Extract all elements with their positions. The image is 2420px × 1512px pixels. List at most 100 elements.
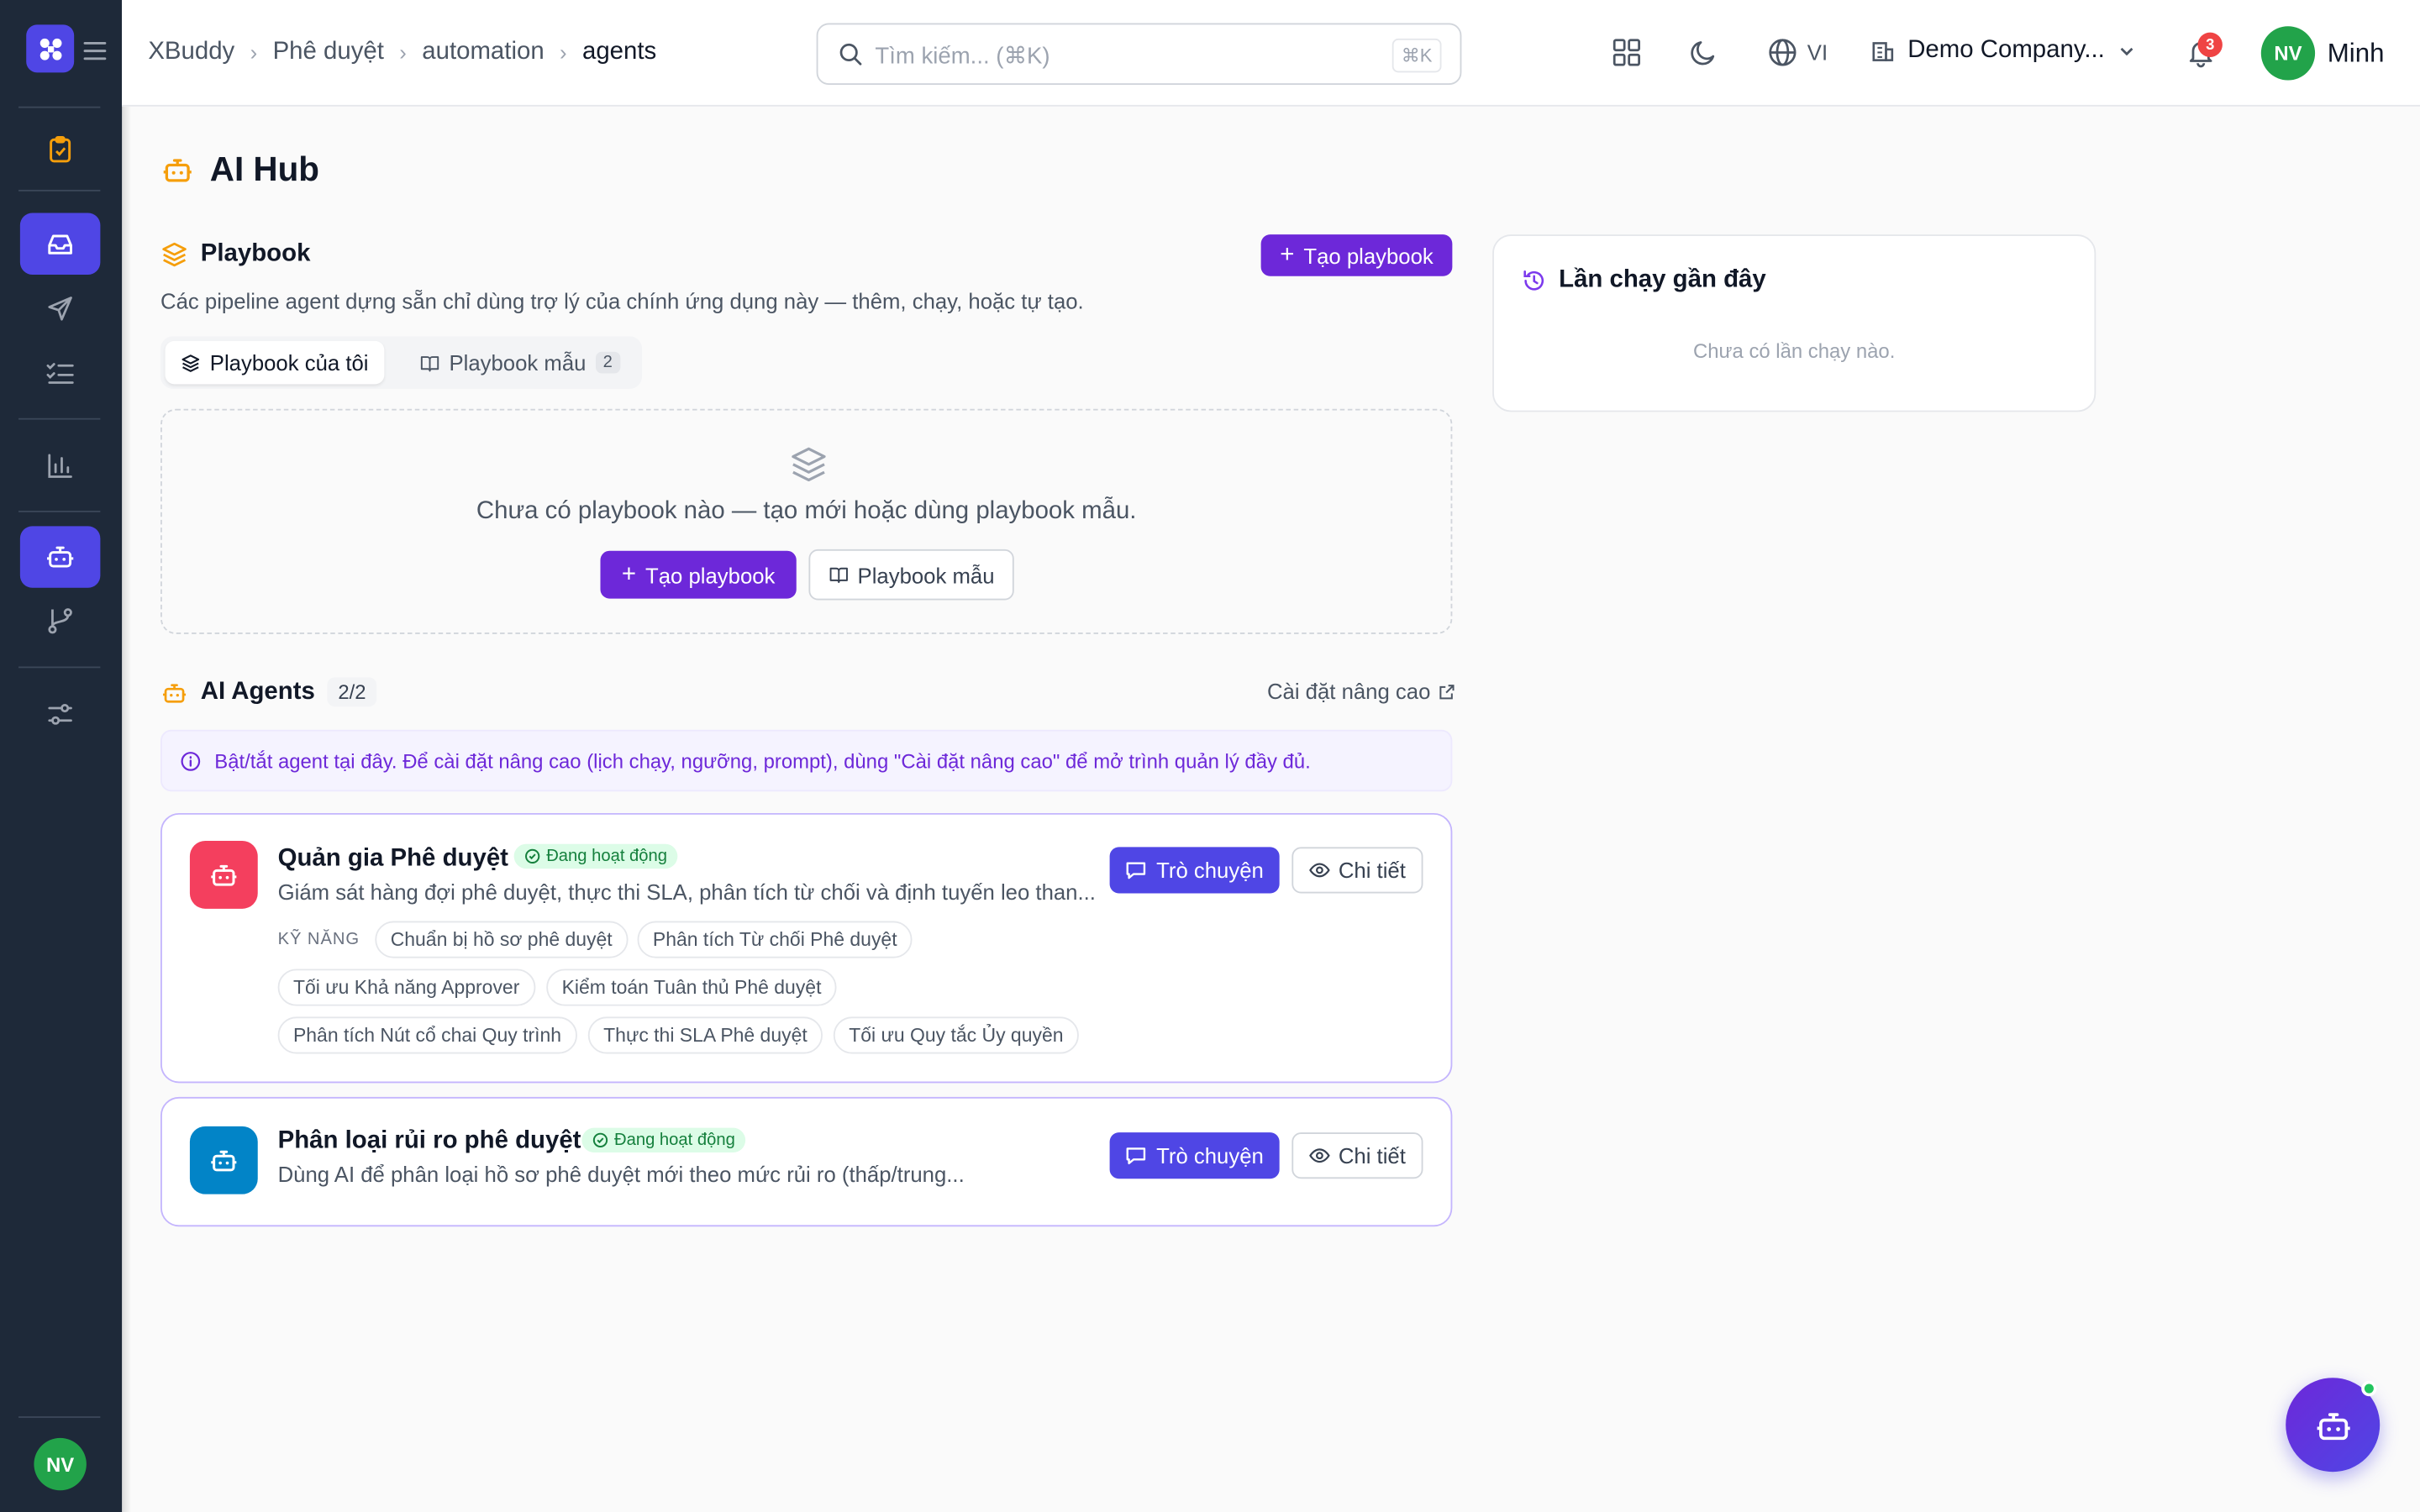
breadcrumb-item[interactable]: automation: [422, 39, 544, 66]
tab-label: Playbook của tôi: [209, 349, 369, 375]
detail-button[interactable]: Chi tiết: [1292, 1132, 1423, 1179]
sidebar-item-send[interactable]: [20, 278, 101, 339]
bot-icon: [47, 546, 74, 568]
layers-icon: [792, 447, 826, 482]
external-link-icon: [1439, 684, 1455, 699]
button-label: Tạo playbook: [645, 562, 776, 587]
skill-chip: Tối ưu Quy tắc Ủy quyền: [833, 1016, 1079, 1054]
skill-chip: Phân tích Nút cổ chai Quy trình: [277, 1016, 577, 1054]
bar-chart-icon: [48, 454, 72, 478]
tab-label: Playbook mẫu: [449, 349, 587, 375]
bot-icon: [2316, 1412, 2349, 1440]
agent-avatar: [189, 841, 258, 909]
info-banner-text: Bật/tắt agent tại đây. Để cài đặt nâng c…: [214, 749, 1311, 774]
advanced-settings-link[interactable]: Cài đặt nâng cao: [1267, 679, 1455, 704]
message-square-icon: [1126, 862, 1146, 879]
agent-description: Dùng AI để phân loại hồ sơ phê duyệt mới…: [277, 1162, 965, 1187]
agents-title: AI Agents: [200, 678, 315, 705]
notification-badge: 3: [2197, 32, 2223, 57]
book-open-icon: [420, 355, 439, 371]
search-icon: [839, 43, 862, 66]
grid-icon[interactable]: [1612, 37, 1643, 68]
playbook-section-title: Playbook: [160, 241, 310, 269]
sidebar-avatar[interactable]: NV: [34, 1437, 87, 1491]
empty-create-playbook-button[interactable]: + Tạo playbook: [600, 550, 797, 599]
sidebar-item-ai-hub[interactable]: [19, 526, 101, 588]
app-logo[interactable]: [26, 24, 75, 73]
sidebar-item-tasks[interactable]: [20, 343, 101, 404]
breadcrumb-item[interactable]: XBuddy: [148, 39, 234, 66]
skill-chip: Tối ưu Khả năng Approver: [277, 969, 535, 1006]
status-text: Đang hoạt động: [546, 847, 668, 866]
agent-name: Phân loại rủi ro phê duyệt: [277, 1127, 581, 1154]
chevron-right-icon: ›: [250, 39, 258, 66]
company-switcher[interactable]: Demo Company...: [1870, 37, 2135, 65]
info-icon: [181, 752, 201, 771]
skills-label: KỸ NĂNG: [277, 930, 360, 949]
list-checks-icon: [46, 363, 74, 384]
company-name: Demo Company...: [1907, 37, 2105, 64]
status-badge: Đang hoạt động: [581, 1127, 746, 1153]
tab-my-playbooks[interactable]: Playbook của tôi: [165, 340, 384, 385]
sidebar-divider: [18, 666, 101, 669]
eye-icon: [1309, 1148, 1331, 1163]
sidebar-item-reports[interactable]: [20, 435, 101, 496]
skill-chip: Thực thi SLA Phê duyệt: [587, 1016, 823, 1054]
chat-button[interactable]: Trò chuyện: [1109, 1132, 1280, 1179]
button-label: Playbook mẫu: [857, 562, 995, 587]
breadcrumb-current: agents: [581, 38, 657, 66]
git-branch-icon: [48, 608, 72, 634]
recent-runs-title: Lần chạy gần đây: [1522, 267, 1766, 295]
logo-icon: [39, 37, 61, 60]
create-playbook-button[interactable]: + Tạo playbook: [1260, 234, 1453, 276]
agents-info-banner: Bật/tắt agent tại đây. Để cài đặt nâng c…: [160, 729, 1453, 792]
sidebar-divider: [18, 189, 101, 192]
tab-template-playbooks[interactable]: Playbook mẫu 2: [404, 341, 635, 384]
layers-icon: [162, 242, 187, 267]
detail-button[interactable]: Chi tiết: [1292, 847, 1423, 894]
chat-label: Trò chuyện: [1156, 858, 1264, 883]
book-open-icon: [829, 567, 848, 584]
skill-chip: Kiểm toán Tuân thủ Phê duyệt: [546, 969, 837, 1006]
plus-icon: +: [1280, 241, 1295, 268]
agent-name: Quản gia Phê duyệt: [277, 845, 508, 872]
page-title-text: AI Hub: [209, 150, 320, 189]
sidebar-item-approvals[interactable]: [20, 118, 101, 180]
search-shortcut: ⌘K: [1392, 38, 1442, 73]
building-icon: [1872, 42, 1894, 61]
recent-runs-panel: Lần chạy gần đây Chưa có lần chạy nào.: [1492, 234, 2096, 412]
tab-count-badge: 2: [595, 351, 621, 374]
check-circle-icon: [592, 1132, 608, 1147]
online-status-dot: [2361, 1380, 2377, 1397]
breadcrumb-item[interactable]: Phê duyệt: [273, 39, 384, 66]
user-avatar[interactable]: NV: [2260, 26, 2316, 81]
agent-card-approval-manager[interactable]: Quản gia Phê duyệt Đang hoạt động Giám s…: [160, 812, 1453, 1084]
user-name[interactable]: Minh: [2328, 39, 2385, 70]
empty-template-playbook-button[interactable]: Playbook mẫu: [808, 549, 1014, 601]
agent-card-risk-classifier[interactable]: Phân loại rủi ro phê duyệt Đang hoạt độn…: [160, 1096, 1453, 1227]
page-title: AI Hub: [160, 150, 319, 190]
skill-chip: Chuẩn bị hồ sơ phê duyệt: [375, 921, 629, 958]
layers-icon: [182, 354, 200, 371]
plus-icon: +: [621, 560, 636, 587]
agents-section-title: AI Agents 2/2: [160, 677, 377, 707]
sidebar-item-inbox[interactable]: [19, 213, 101, 275]
chat-button[interactable]: Trò chuyện: [1109, 847, 1280, 894]
sidebar-item-settings[interactable]: [20, 684, 101, 745]
sidebar-divider: [18, 417, 101, 420]
language-switcher[interactable]: VI: [1767, 37, 1828, 68]
chevron-down-icon: [2120, 47, 2133, 56]
menu-toggle-icon[interactable]: [83, 40, 107, 70]
playbook-title: Playbook: [200, 240, 311, 267]
globe-icon: [1769, 39, 1797, 66]
breadcrumb: XBuddy › Phê duyệt › automation › agents: [148, 39, 656, 66]
search-input[interactable]: Tìm kiếm... (⌘K) ⌘K: [816, 23, 1462, 86]
sidebar-item-workflow[interactable]: [20, 590, 101, 651]
moon-icon[interactable]: [1688, 37, 1719, 68]
detail-label: Chi tiết: [1338, 858, 1406, 883]
status-badge: Đang hoạt động: [513, 843, 678, 869]
history-icon: [1523, 270, 1544, 291]
recent-runs-title-text: Lần chạy gần đây: [1559, 266, 1766, 293]
sidebar: NV: [0, 0, 123, 1512]
app-root: NV XBuddy › Phê duyệt › automation › age…: [0, 0, 2420, 1512]
